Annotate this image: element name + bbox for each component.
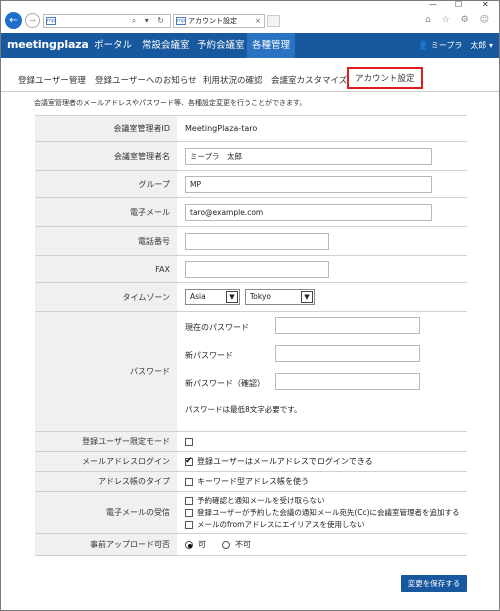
save-changes-button[interactable]: 変更を保存する [401,575,467,592]
addressbook-text: キーワード型アドレス帳を使う [197,477,309,486]
user-menu[interactable]: 👤 ミープラ 太郎 ▾ [418,33,493,58]
upload-yes-radio[interactable] [185,540,193,549]
tab-title: アカウント設定 [188,17,237,25]
fax-input[interactable] [185,260,329,278]
admin-name-input[interactable]: ミープラ 太郎 [185,147,432,165]
chevron-down-icon: ▼ [226,291,238,303]
upload-no-radio[interactable] [222,540,230,549]
row-upload: 事前アップロード可否 可 不可 [35,534,467,556]
admin-name-label: 会議室管理者名 [35,142,177,170]
tab-user-notices[interactable]: 登録ユーザーへのお知らせ [95,74,197,86]
admin-id-value: MeetingPlaza-taro [185,124,258,133]
password-label: パスワード [35,312,177,431]
maximize-icon[interactable]: ☐ [455,0,462,9]
email-receive-option: 予約確認と通知メールを受け取らない [185,495,325,507]
browser-window: — ☐ ✕ ← → mp ⌕ ▾ ↻ mp アカウント設定 × ⌂ ☆ ⚙ ☺ … [0,0,500,611]
group-label: グループ [35,171,177,197]
tab-favicon-icon: mp [176,17,186,25]
management-tabs: 登録ユーザー管理 登録ユーザーへのお知らせ 利用状況の確認 会議室カスタマイズ … [1,58,499,92]
row-fax: FAX [35,256,467,283]
browser-tab[interactable]: mp アカウント設定 × [173,14,265,28]
minimize-icon[interactable]: — [429,0,437,9]
group-input[interactable]: MP [185,175,432,193]
confirm-password-input[interactable] [275,373,420,390]
row-group: グループ MP [35,171,467,198]
nav-reserved-rooms[interactable]: 予約会議室 [197,33,245,58]
tab-account-settings[interactable]: アカウント設定 [347,67,423,89]
timezone-region-value: Asia [190,292,206,301]
current-password-input[interactable] [275,317,420,334]
address-bar[interactable]: mp ⌕ ▾ ↻ [43,14,171,28]
addressbook-checkbox[interactable] [185,477,193,486]
upload-yes-label: 可 [198,540,206,549]
browser-toolbar: ← → mp ⌕ ▾ ↻ mp アカウント設定 × ⌂ ☆ ⚙ ☺ [1,9,499,33]
timezone-city-value: Tokyo [250,292,271,301]
tab-close-icon[interactable]: × [255,15,261,27]
row-addressbook: アドレス帳のタイプ キーワード型アドレス帳を使う [35,472,467,492]
row-admin-id: 会議室管理者ID MeetingPlaza-taro [35,116,467,142]
page-description: 会議室管理者のメールアドレスやパスワード等、各種設定変更を行うことができます。 [34,99,307,107]
new-password-input[interactable] [275,345,420,362]
tab-usage-status[interactable]: 利用状況の確認 [203,74,263,86]
close-icon[interactable]: ✕ [482,0,489,9]
email-receive-checkbox[interactable] [185,508,193,517]
email-login-label: メールアドレスログイン [35,452,177,471]
row-phone: 電話番号 [35,227,467,256]
fax-label: FAX [35,256,177,282]
email-receive-option: メールのfromアドレスにエイリアスを使用しない [185,519,364,531]
confirm-password-label: 新パスワード（確認） [185,379,265,388]
row-password: パスワード 現在のパスワード 新パスワード 新パスワード（確認） パスワードは最… [35,312,467,432]
tab-registered-users[interactable]: 登録ユーザー管理 [18,74,86,86]
nav-permanent-rooms[interactable]: 常設会議室 [142,33,190,58]
row-registered-mode: 登録ユーザー限定モード [35,432,467,452]
account-settings-form: 会議室管理者ID MeetingPlaza-taro 会議室管理者名 ミープラ … [35,115,467,556]
row-timezone: タイムゾーン Asia ▼ Tokyo ▼ [35,283,467,312]
row-email-login: メールアドレスログイン 登録ユーザーはメールアドレスでログインできる [35,452,467,472]
phone-label: 電話番号 [35,227,177,255]
forward-arrow-icon[interactable]: → [25,13,40,28]
site-favicon-icon: mp [46,17,56,25]
password-note: パスワードは最低8文字必要です。 [185,405,302,414]
timezone-label: タイムゾーン [35,283,177,311]
row-email-receive: 電子メールの受信 予約確認と通知メールを受け取らない 登録ユーザーが予約した会議… [35,492,467,534]
email-label: 電子メール [35,198,177,226]
admin-id-label: 会議室管理者ID [35,116,177,141]
email-receive-option-text: メールのfromアドレスにエイリアスを使用しない [197,519,365,529]
email-receive-option: 登録ユーザーが予約した会議の通知メール宛先(Cc)に会議室管理者を追加する [185,507,460,519]
meetingplaza-logo[interactable]: meetingplaza [7,38,89,51]
new-tab-button[interactable] [267,15,280,27]
email-receive-checkbox[interactable] [185,496,193,505]
back-arrow-icon[interactable]: ← [5,12,22,29]
nav-portal[interactable]: ポータル [94,33,132,58]
email-receive-option-text: 予約確認と通知メールを受け取らない [197,495,325,505]
phone-input[interactable] [185,232,329,250]
current-password-label: 現在のパスワード [185,323,249,332]
row-email: 電子メール taro@example.com [35,198,467,227]
email-input[interactable]: taro@example.com [185,203,432,221]
new-password-label: 新パスワード [185,351,233,360]
timezone-region-select[interactable]: Asia ▼ [185,289,240,305]
address-bar-icons[interactable]: ⌕ ▾ ↻ [132,16,167,26]
chevron-down-icon: ▼ [301,291,313,303]
email-receive-option-text: 登録ユーザーが予約した会議の通知メール宛先(Cc)に会議室管理者を追加する [197,507,460,517]
registered-mode-label: 登録ユーザー限定モード [35,432,177,451]
timezone-city-select[interactable]: Tokyo ▼ [245,289,315,305]
browser-tool-icons[interactable]: ⌂ ☆ ⚙ ☺ [425,15,493,25]
addressbook-label: アドレス帳のタイプ [35,472,177,491]
email-receive-label: 電子メールの受信 [35,492,177,533]
app-navigation: meetingplaza ポータル 常設会議室 予約会議室 各種管理 👤 ミープ… [1,33,499,58]
nav-management[interactable]: 各種管理 [247,33,296,58]
upload-no-label: 不可 [235,540,251,549]
email-receive-checkbox[interactable] [185,520,193,529]
email-login-text: 登録ユーザーはメールアドレスでログインできる [197,457,373,466]
title-bar: — ☐ ✕ [1,0,499,9]
upload-label: 事前アップロード可否 [35,534,177,555]
email-login-checkbox[interactable] [185,456,193,466]
registered-mode-checkbox[interactable] [185,437,193,446]
row-admin-name: 会議室管理者名 ミープラ 太郎 [35,142,467,171]
tab-room-customize[interactable]: 会議室カスタマイズ [271,74,347,86]
